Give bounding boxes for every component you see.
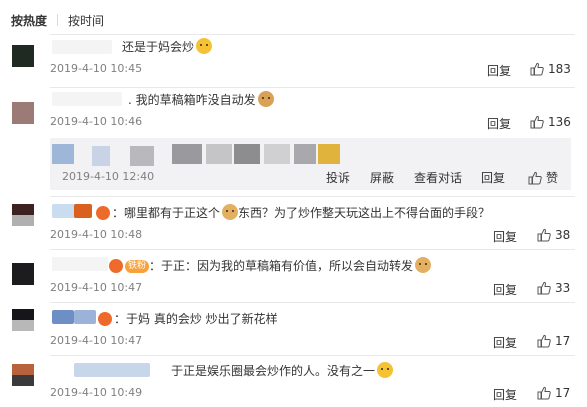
divider [50, 87, 575, 88]
reply-time: 2019-4-10 12:40 [62, 170, 155, 183]
block-button[interactable]: 屏蔽 [370, 169, 394, 186]
username-redacted[interactable] [74, 204, 92, 218]
comment-text: . 我的草稿箱咋没自动发 [128, 91, 274, 108]
thumbs-up-icon [530, 115, 544, 129]
verified-badge-icon [109, 259, 123, 273]
avatar[interactable] [12, 263, 34, 285]
like-count: 17 [555, 334, 571, 348]
thumbs-up-icon [528, 171, 542, 184]
username-redacted[interactable] [52, 257, 108, 271]
redacted-pixels [264, 144, 290, 164]
verified-badge-icon [98, 312, 112, 326]
comment-text: ：于妈 真的会炒 炒出了新花样 [98, 310, 278, 327]
reply-button[interactable]: 回复 [487, 62, 511, 79]
dog-emoji-icon [222, 204, 239, 220]
reply-button[interactable]: 回复 [493, 281, 517, 298]
like-button[interactable]: 38 [537, 228, 570, 242]
avatar[interactable] [12, 364, 34, 386]
thumbs-up-icon [530, 62, 544, 76]
redacted-pixels [172, 144, 202, 164]
like-count: 33 [555, 281, 571, 295]
redacted-pixels [318, 144, 340, 164]
sort-divider [57, 14, 59, 26]
comment-time: 2019-4-10 10:45 [50, 62, 143, 75]
comment-time: 2019-4-10 10:48 [50, 228, 143, 241]
like-button[interactable]: 17 [537, 334, 570, 348]
redacted-pixels [130, 146, 154, 166]
divider [50, 34, 575, 35]
reply-button[interactable]: 回复 [487, 115, 511, 132]
thumbs-up-icon [537, 386, 551, 400]
like-count: 136 [548, 115, 571, 129]
comment-time: 2019-4-10 10:47 [50, 334, 143, 347]
thumbs-up-icon [537, 281, 551, 295]
sort-by-time-tab[interactable]: 按时间 [68, 12, 104, 29]
smile-emoji-icon [196, 38, 213, 54]
like-label: 赞 [546, 171, 559, 185]
sort-bar: 按热度 按时间 [11, 11, 104, 29]
divider [50, 302, 575, 303]
username-redacted[interactable] [74, 363, 150, 377]
comment-text: 于正是娱乐圈最会炒作的人。没有之一 [171, 362, 394, 379]
username-redacted[interactable] [52, 310, 74, 324]
avatar[interactable] [12, 309, 34, 331]
avatar[interactable] [12, 204, 34, 226]
sort-by-hot-tab[interactable]: 按热度 [11, 12, 47, 29]
thumbs-up-icon [537, 228, 551, 242]
view-conversation-button[interactable]: 查看对话 [414, 169, 462, 186]
like-count: 183 [548, 62, 571, 76]
like-button[interactable]: 136 [530, 115, 571, 129]
like-button[interactable]: 183 [530, 62, 571, 76]
cat-emoji-icon [257, 91, 274, 107]
redacted-pixels [234, 144, 260, 164]
reply-button[interactable]: 回复 [493, 334, 517, 351]
fan-tag: 铁粉 [125, 260, 150, 273]
reply-button[interactable]: 回复 [493, 228, 517, 245]
smile-emoji-icon [377, 362, 394, 378]
like-count: 17 [555, 386, 571, 400]
comment-time: 2019-4-10 10:49 [50, 386, 143, 399]
redacted-pixels [92, 146, 110, 166]
reply-thread-box: 2019-4-10 12:40 投诉 屏蔽 查看对话 回复 赞 [50, 138, 571, 190]
redacted-pixels [294, 144, 316, 164]
comment-text: 铁粉 ：于正：因为我的草稿箱有价值，所以会自动转发 [109, 257, 432, 274]
verified-badge-icon [96, 206, 110, 220]
thumbs-up-icon [537, 334, 551, 348]
username-redacted[interactable] [74, 310, 96, 324]
avatar[interactable] [12, 102, 34, 124]
like-count: 38 [555, 228, 571, 242]
divider [50, 196, 575, 197]
divider [50, 355, 575, 356]
comment-time: 2019-4-10 10:47 [50, 281, 143, 294]
comment-time: 2019-4-10 10:46 [50, 115, 143, 128]
like-button[interactable]: 赞 [528, 169, 558, 186]
like-button[interactable]: 33 [537, 281, 570, 295]
like-button[interactable]: 17 [537, 386, 570, 400]
reply-button[interactable]: 回复 [481, 169, 505, 186]
comment-text: 还是于妈会炒 [122, 38, 213, 55]
dog-emoji-icon [415, 257, 432, 273]
redacted-pixels [206, 144, 232, 164]
username-redacted[interactable] [52, 40, 112, 54]
divider [50, 249, 575, 250]
redacted-pixels [52, 144, 74, 164]
username-redacted[interactable] [52, 92, 122, 106]
avatar[interactable] [12, 45, 34, 67]
report-button[interactable]: 投诉 [326, 169, 350, 186]
reply-button[interactable]: 回复 [493, 386, 517, 403]
comment-text: ：哪里都有于正这个 东西？为了炒作整天玩这出上不得台面的手段？ [96, 204, 490, 221]
